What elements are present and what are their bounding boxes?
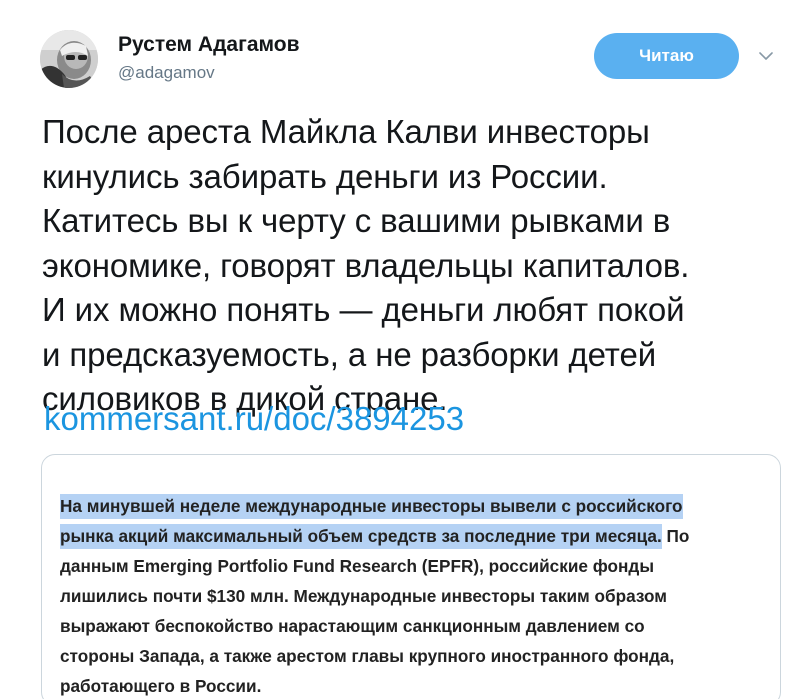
- avatar-photo-icon: [40, 30, 98, 88]
- quote-text-segment: лишились почти $130 млн. Международные и…: [60, 586, 667, 606]
- media-card[interactable]: На минувшей неделе международные инвесто…: [41, 454, 781, 699]
- quote-line: На минувшей неделе международные инвесто…: [60, 491, 762, 521]
- author-name[interactable]: Рустем Адагамов: [118, 33, 300, 57]
- avatar[interactable]: [40, 30, 98, 88]
- quote-text-segment: работающего в России.: [60, 676, 262, 696]
- quote-line: выражают беспокойство нарастающим санкци…: [60, 611, 762, 641]
- quote-highlight: рынка акций максимальный объем средств з…: [60, 524, 662, 549]
- quote-line: работающего в России.: [60, 671, 762, 699]
- tweet-link[interactable]: kommersant.ru/doc/3894253: [44, 397, 464, 441]
- quote-line: стороны Запада, а также арестом главы кр…: [60, 641, 762, 671]
- quote-text-segment: выражают беспокойство нарастающим санкци…: [60, 616, 645, 636]
- quote-line: данным Emerging Portfolio Fund Research …: [60, 551, 762, 581]
- follow-button[interactable]: Читаю: [594, 33, 739, 79]
- quote-line: лишились почти $130 млн. Международные и…: [60, 581, 762, 611]
- quote-text-segment: стороны Запада, а также арестом главы кр…: [60, 646, 675, 666]
- quote-highlight: На минувшей неделе международные инвесто…: [60, 494, 683, 519]
- quote-text: На минувшей неделе международные инвесто…: [60, 491, 762, 699]
- chevron-down-icon[interactable]: [758, 48, 774, 64]
- quote-text-segment: данным Emerging Portfolio Fund Research …: [60, 556, 655, 576]
- quote-text-segment: По: [661, 526, 690, 546]
- tweet-text: После ареста Майкла Калви инвесторы кину…: [42, 113, 690, 417]
- author-handle[interactable]: @adagamov: [118, 63, 215, 83]
- quote-line: рынка акций максимальный объем средств з…: [60, 521, 762, 551]
